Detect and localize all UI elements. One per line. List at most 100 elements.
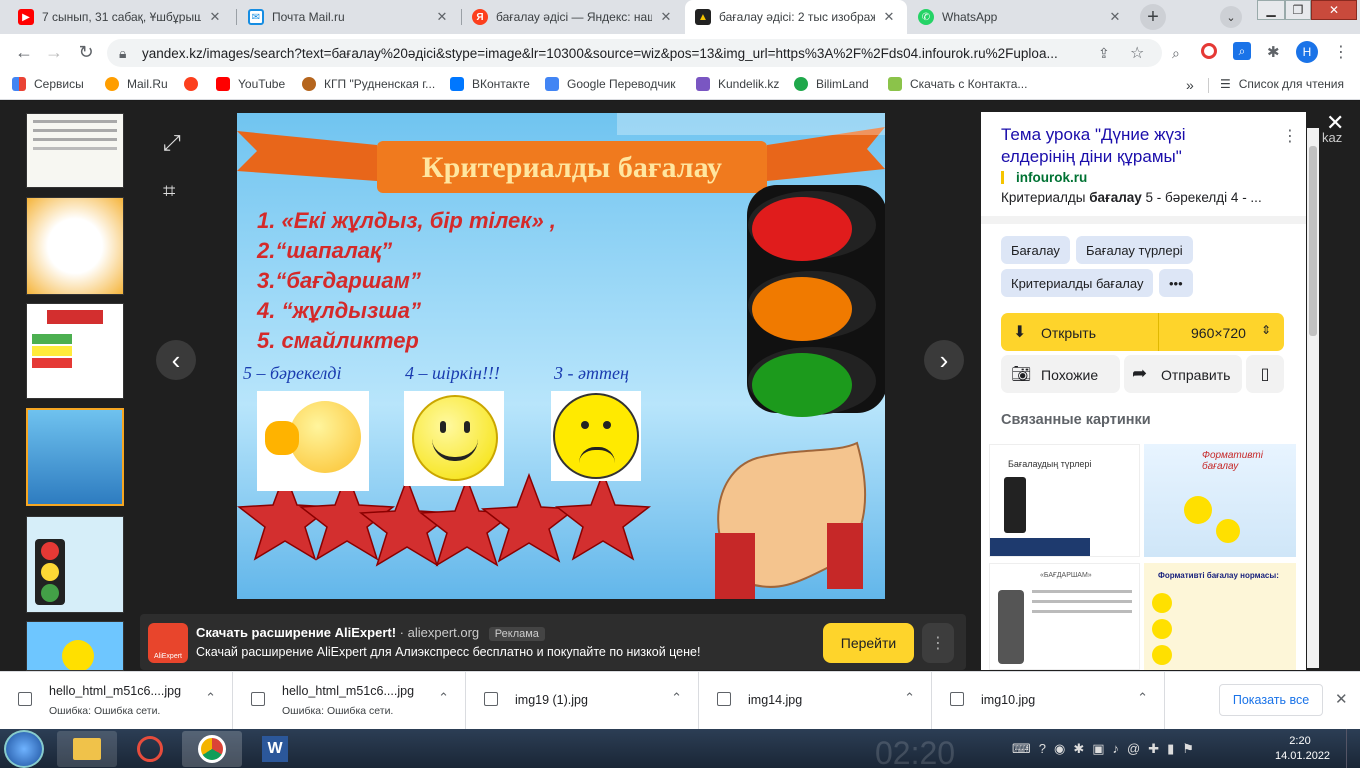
bookmark-translate[interactable]: Google Переводчик [545,77,676,91]
chevron-up-icon[interactable]: ⌃ [904,690,915,706]
volume-icon[interactable]: ♪ [1113,741,1120,757]
network-icon[interactable]: ▮ [1167,741,1174,757]
tag-chip[interactable]: Бағалау [1001,236,1070,264]
minimize-button[interactable]: ▁ [1257,0,1285,20]
close-tab-icon[interactable]: ✕ [1107,9,1123,25]
download-item[interactable]: img19 (1).jpg ⌃ [466,672,699,730]
panel-menu-icon[interactable]: ⋮ [1282,126,1298,146]
show-all-downloads-button[interactable]: Показать все [1219,684,1323,716]
panel-scrollbar[interactable] [1307,128,1319,668]
ad-go-button[interactable]: Перейти [823,623,914,663]
crop-icon[interactable]: ⌗ [163,178,175,204]
related-image-1[interactable]: Бағалаудың түрлері [989,444,1140,557]
result-title-link[interactable]: Тема урока "Дүние жүзі елдерінің діни құ… [1001,124,1261,168]
download-item[interactable]: img14.jpg ⌃ [699,672,932,730]
close-tab-icon[interactable]: ✕ [434,9,450,25]
help-icon[interactable]: ? [1039,741,1046,757]
tab-mail[interactable]: ✉ Почта Mail.ru ✕ [238,0,460,34]
download-item[interactable]: hello_html_m51c6....jpg Ошибка: Ошибка с… [233,672,466,730]
tab-search-button[interactable]: ⌄ [1220,6,1242,28]
chevron-up-icon[interactable]: ⌃ [205,690,216,706]
previous-image-button[interactable]: ‹ [156,340,196,380]
share-page-icon[interactable]: ⇪ [1098,45,1110,62]
chrome-taskbar-icon[interactable] [182,731,242,767]
tab-youtube[interactable]: ▶ 7 сынып, 31 сабақ, Ұшбұрыш ✕ [8,0,233,34]
similar-button[interactable]: 📷︎ Похожие [1001,355,1120,393]
more-tags-button[interactable]: ••• [1159,269,1193,297]
chevron-up-icon[interactable]: ⌃ [438,690,449,706]
explorer-taskbar-icon[interactable] [57,731,117,767]
bookmark-mailru[interactable]: Mail.Ru [105,77,168,91]
related-image-4[interactable]: Формативті бағалау нормасы: [1144,563,1296,670]
ad-menu-icon[interactable]: ⋮ [922,623,954,663]
mail-tray-icon[interactable]: @ [1127,741,1140,757]
more-bookmarks-icon[interactable]: » [1186,77,1194,93]
show-desktop-button[interactable] [1346,729,1360,768]
flag-icon[interactable]: ⚑ [1182,741,1194,757]
extensions-icon[interactable]: ✱ [1267,43,1280,61]
open-image-button[interactable]: ⬇︎ Открыть 960×720 ⇕ [1001,313,1284,351]
start-button[interactable] [4,730,44,768]
thumbnail-6[interactable] [26,621,124,671]
next-image-button[interactable]: › [924,340,964,380]
bookmark-kundelik[interactable]: Kundelik.kz [696,77,779,91]
clock[interactable]: 2:20 14.01.2022 [1275,734,1330,764]
monitor-icon[interactable]: ▣ [1092,741,1104,757]
keyboard-icon[interactable]: ⌨ [1012,741,1031,757]
chevron-up-icon[interactable]: ⌃ [671,690,682,706]
menu-kebab-icon[interactable]: ⋮ [1333,42,1349,62]
bookmark-services[interactable]: Сервисы [12,77,84,91]
window-close-button[interactable]: ✕ [1311,0,1357,20]
bookmark-download-vk[interactable]: Скачать с Контакта... [888,77,1027,91]
address-input[interactable]: yandex.kz/images/search?text=бағалау%20ә… [107,39,1162,67]
bookmark-bilimland[interactable]: BilimLand [794,77,869,91]
lock-icon[interactable]: 🔒︎ [119,45,126,62]
bookmark-kgp[interactable]: КГП "Рудненская г... [302,77,435,91]
reading-list-button[interactable]: ☰ Список для чтения [1220,77,1344,91]
fullscreen-icon[interactable]: ⤢ [163,130,181,156]
forward-icon[interactable]: → [42,40,66,64]
paint-taskbar-icon[interactable] [120,731,180,767]
search-extension-icon[interactable]: ⌕ [1233,42,1251,60]
bookmark-vk[interactable]: ВКонтакте [450,77,530,91]
reload-icon[interactable]: ↻ [74,40,98,64]
word-taskbar-icon[interactable]: W [245,731,305,767]
target-extension-icon[interactable] [1201,43,1217,59]
profile-avatar[interactable]: Н [1296,41,1318,63]
download-item[interactable]: img10.jpg ⌃ [932,672,1165,730]
tab-whatsapp[interactable]: ✆ WhatsApp ✕ [908,0,1133,34]
close-tab-icon[interactable]: ✕ [881,9,897,25]
thumbnail-2[interactable] [26,197,124,295]
bookmark-youtube[interactable]: YouTube [216,77,285,91]
chevron-up-icon[interactable]: ⌃ [1137,690,1148,706]
lang-icon[interactable]: ◉ [1054,741,1065,757]
size-select[interactable]: 960×720 [1191,325,1246,341]
bookmark-yandex[interactable] [184,77,206,91]
tag-chip[interactable]: Бағалау түрлері [1076,236,1193,264]
bookmark-icon[interactable]: ▯ [1246,355,1284,393]
main-image[interactable]: Критериалды бағалау 1. «Екі жұлдыз, бір … [237,113,885,599]
tag-chip[interactable]: Критериалды бағалау [1001,269,1154,297]
related-image-3[interactable]: «БАҒДАРШАМ» [989,563,1140,670]
close-downloads-icon[interactable]: ✕ [1335,690,1348,708]
bookmark-star-icon[interactable]: ☆ [1130,43,1144,63]
tab-yandex-images[interactable]: ▲ бағалау әдісі: 2 тыс изображ ✕ [685,0,907,34]
close-tab-icon[interactable]: ✕ [658,9,674,25]
aliexpert-logo[interactable]: AliExpert [148,623,188,663]
restore-button[interactable]: ❐ [1285,0,1311,20]
ad-headline[interactable]: Скачать расширение AliExpert! · aliexper… [196,625,545,641]
thumbnail-3[interactable] [26,303,124,399]
close-tab-icon[interactable]: ✕ [207,9,223,25]
size-toggle-icon[interactable]: ⇕ [1261,323,1271,337]
tab-yandex-search[interactable]: Я бағалау әдісі — Яндекс: нашл ✕ [462,0,684,34]
back-icon[interactable]: ← [12,40,36,64]
extension-search-icon[interactable]: ⌕ [1172,45,1180,62]
download-item[interactable]: hello_html_m51c6....jpg Ошибка: Ошибка с… [0,672,233,730]
system-tray[interactable]: ⌨ ? ◉ ✱ ▣ ♪ @ ✚ ▮ ⚑ [1012,741,1194,757]
new-tab-button[interactable]: + [1140,4,1166,30]
plus-tray-icon[interactable]: ✚ [1148,741,1159,757]
thumbnail-5[interactable] [26,516,124,613]
bluetooth-icon[interactable]: ✱ [1073,741,1084,757]
thumbnail-4-selected[interactable] [26,408,124,506]
share-button[interactable]: ➦ Отправить [1124,355,1242,393]
